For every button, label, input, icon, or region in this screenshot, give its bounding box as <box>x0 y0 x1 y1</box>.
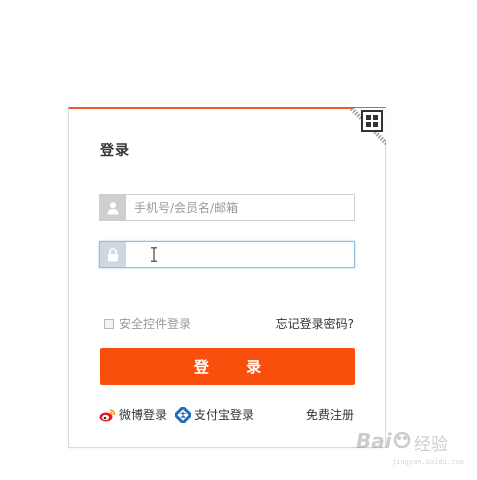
svg-text:jingyan.baidu.com: jingyan.baidu.com <box>392 458 464 466</box>
alipay-login-label: 支付宝登录 <box>194 408 255 422</box>
password-input[interactable] <box>134 244 344 265</box>
login-title: 登录 <box>100 143 130 159</box>
user-icon <box>100 195 126 220</box>
svg-text:Bai: Bai <box>356 429 393 453</box>
weibo-icon <box>99 408 116 422</box>
username-field[interactable] <box>99 194 355 221</box>
username-input[interactable] <box>134 197 344 218</box>
lock-icon <box>100 242 126 267</box>
safe-control-checkbox[interactable] <box>104 318 114 329</box>
weibo-login-link[interactable]: 微博登录 <box>99 406 167 423</box>
text-cursor-icon <box>151 247 157 262</box>
safe-control-label: 安全控件登录 <box>119 317 192 331</box>
login-button[interactable]: 登 录 <box>100 348 355 385</box>
page: 登录 安全控件登录 <box>0 0 477 480</box>
weibo-login-label: 微博登录 <box>119 408 168 422</box>
qr-code-icon[interactable] <box>348 108 386 146</box>
safe-control-option[interactable]: 安全控件登录 <box>104 315 191 332</box>
baidu-watermark-logo: Bai 经验 jingyan.baidu.com <box>356 429 464 466</box>
password-field[interactable] <box>99 241 355 268</box>
register-link[interactable]: 免费注册 <box>306 406 354 423</box>
alt-login-row: 微博登录 支付宝登录 免费注册 <box>99 406 354 424</box>
alipay-login-link[interactable]: 支付宝登录 <box>175 406 254 423</box>
svg-text:经验: 经验 <box>414 435 448 455</box>
forgot-password-link[interactable]: 忘记登录密码? <box>276 315 354 332</box>
alipay-icon <box>175 406 191 423</box>
login-card: 登录 安全控件登录 <box>68 107 386 448</box>
